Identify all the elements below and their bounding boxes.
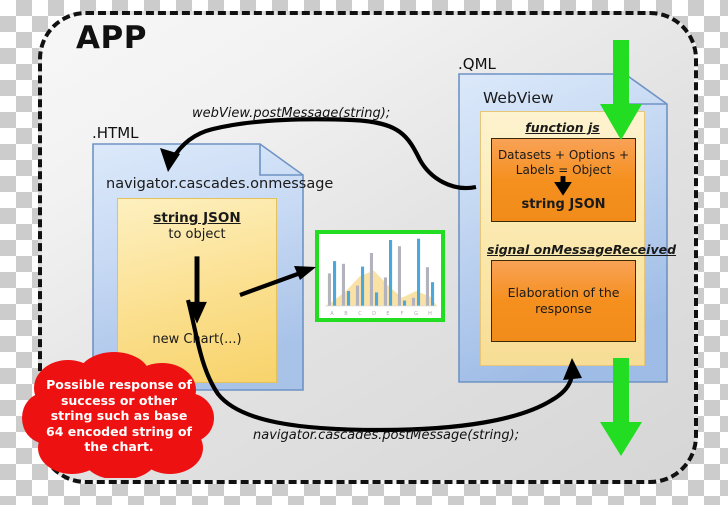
- qml-document: WebView function js Datasets + Options +…: [458, 73, 676, 383]
- svg-text:F: F: [401, 311, 404, 317]
- svg-text:E: E: [386, 311, 389, 317]
- qml-document-title: WebView: [483, 89, 554, 107]
- chart-plot: A B C D E F G H: [319, 234, 441, 318]
- qml-signal-box: Elaboration of the response: [491, 260, 636, 342]
- qml-function-box: Datasets + Options + Labels = Object str…: [491, 138, 636, 222]
- chart-thumbnail: A B C D E F G H: [315, 230, 445, 322]
- app-title: APP: [76, 20, 147, 56]
- qml-function-line2: string JSON: [521, 197, 606, 212]
- svg-text:B: B: [344, 311, 348, 317]
- label-webview-postmessage: webView.postMessage(string);: [192, 106, 391, 121]
- svg-text:C: C: [358, 311, 362, 317]
- svg-text:H: H: [428, 311, 432, 317]
- qml-inner-panel: function js Datasets + Options + Labels …: [480, 111, 676, 366]
- cloud-callout: Possible response of success or other st…: [22, 352, 214, 478]
- html-document-caption: .HTML: [92, 124, 139, 142]
- svg-text:A: A: [330, 311, 334, 317]
- qml-document-caption: .QML: [458, 55, 496, 73]
- diagram-canvas: APP .HTML navigator.cascades.onmessage s…: [0, 0, 728, 505]
- svg-text:G: G: [414, 311, 418, 317]
- label-navigator-postmessage: navigator.cascades.postMessage(string);: [253, 428, 520, 443]
- qml-signal-text: Elaboration of the response: [507, 285, 620, 316]
- cloud-text: Possible response of success or other st…: [46, 377, 192, 454]
- html-document-title: navigator.cascades.onmessage: [106, 176, 334, 192]
- svg-text:D: D: [372, 311, 376, 317]
- qml-function-label: function js: [525, 120, 600, 135]
- qml-signal-label: signal onMessageReceived: [487, 242, 677, 257]
